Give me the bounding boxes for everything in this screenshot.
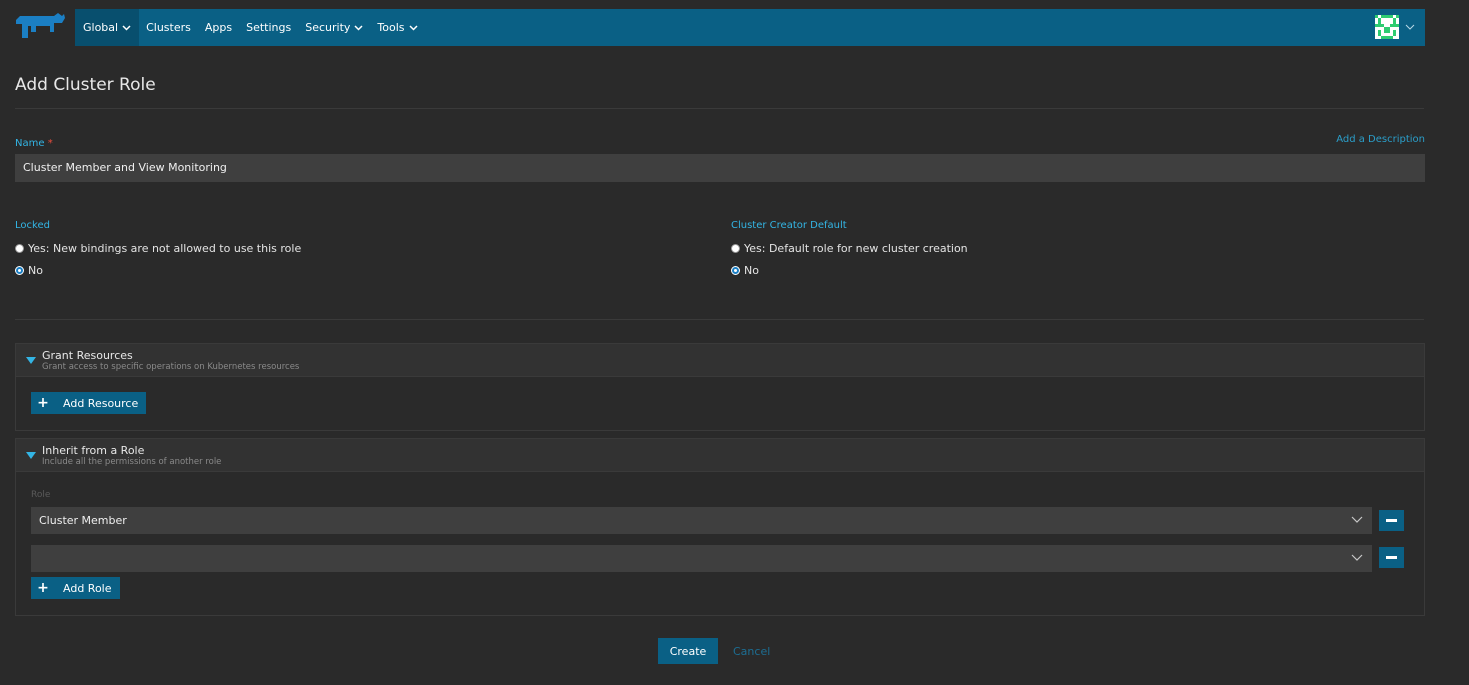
nav-tools[interactable]: Tools <box>370 9 424 46</box>
remove-role-button[interactable] <box>1379 547 1404 568</box>
role-select[interactable] <box>31 545 1372 572</box>
creator-default-yes-radio[interactable] <box>731 244 740 253</box>
inherit-role-title: Inherit from a Role <box>42 444 145 457</box>
nav-settings-label: Settings <box>246 21 292 34</box>
nav-clusters-label: Clusters <box>146 21 191 34</box>
user-avatar-icon <box>1375 15 1399 39</box>
plus-icon: + <box>37 395 49 411</box>
chevron-down-icon <box>1351 554 1363 561</box>
add-description-link[interactable]: Add a Description <box>1336 134 1425 145</box>
name-label-text: Name <box>15 138 45 149</box>
nav-apps-label: Apps <box>204 21 233 34</box>
add-resource-label: Add Resource <box>63 396 139 410</box>
top-navbar: Global Clusters Apps Settings Security T… <box>75 9 1425 46</box>
cancel-button[interactable]: Cancel <box>733 645 770 658</box>
name-label: Name * <box>15 138 53 149</box>
inherit-role-header[interactable]: Inherit from a Role Include all the perm… <box>16 439 1424 472</box>
locked-no-radio[interactable] <box>15 266 24 275</box>
locked-label: Locked <box>15 220 50 231</box>
add-role-button[interactable]: + Add Role <box>31 577 120 599</box>
inherit-role-subtitle: Include all the permissions of another r… <box>42 457 222 467</box>
create-button[interactable]: Create <box>658 638 718 664</box>
nav-security-label: Security <box>305 21 351 34</box>
role-select[interactable]: Cluster Member <box>31 507 1372 534</box>
creator-default-yes-label: Yes: Default role for new cluster creati… <box>744 242 968 255</box>
user-menu[interactable] <box>1375 15 1415 39</box>
name-input[interactable]: Cluster Member and View Monitoring <box>15 154 1425 182</box>
cluster-creator-default-label: Cluster Creator Default <box>731 220 847 231</box>
creator-default-yes-option[interactable]: Yes: Default role for new cluster creati… <box>731 242 968 255</box>
locked-no-label: No <box>28 264 43 277</box>
creator-default-no-option[interactable]: No <box>731 264 759 277</box>
nav-settings[interactable]: Settings <box>239 9 298 46</box>
chevron-down-icon <box>122 24 131 31</box>
add-role-label: Add Role <box>63 581 112 595</box>
chevron-down-icon <box>408 24 418 31</box>
locked-yes-radio[interactable] <box>15 244 24 253</box>
add-resource-button[interactable]: + Add Resource <box>31 392 147 414</box>
nav-apps[interactable]: Apps <box>198 9 239 46</box>
locked-no-option[interactable]: No <box>15 264 43 277</box>
role-select-value: Cluster Member <box>39 514 127 527</box>
grant-resources-header[interactable]: Grant Resources Grant access to specific… <box>16 344 1424 377</box>
remove-role-button[interactable] <box>1379 510 1404 531</box>
nav-global[interactable]: Global <box>75 9 140 46</box>
grant-resources-subtitle: Grant access to specific operations on K… <box>42 362 300 372</box>
creator-default-no-radio[interactable] <box>731 266 740 275</box>
chevron-down-icon <box>1405 24 1415 30</box>
grant-resources-section: Grant Resources Grant access to specific… <box>15 343 1425 431</box>
nav-global-label: Global <box>83 21 119 34</box>
chevron-down-icon <box>1351 516 1363 523</box>
divider <box>15 108 1424 109</box>
rancher-logo-icon[interactable] <box>14 12 66 42</box>
nav-clusters[interactable]: Clusters <box>139 9 198 46</box>
grant-resources-title: Grant Resources <box>42 349 133 362</box>
chevron-down-icon <box>354 24 363 31</box>
locked-yes-label: Yes: New bindings are not allowed to use… <box>28 242 302 255</box>
page-title: Add Cluster Role <box>15 75 156 95</box>
expand-triangle-icon <box>26 357 36 364</box>
plus-icon: + <box>37 580 49 596</box>
nav-tools-label: Tools <box>377 21 405 34</box>
nav-security[interactable]: Security <box>298 9 370 46</box>
divider <box>15 319 1424 320</box>
expand-triangle-icon <box>26 452 36 459</box>
role-label: Role <box>31 490 51 500</box>
locked-yes-option[interactable]: Yes: New bindings are not allowed to use… <box>15 242 301 255</box>
required-mark: * <box>47 138 53 149</box>
creator-default-no-label: No <box>744 264 759 277</box>
